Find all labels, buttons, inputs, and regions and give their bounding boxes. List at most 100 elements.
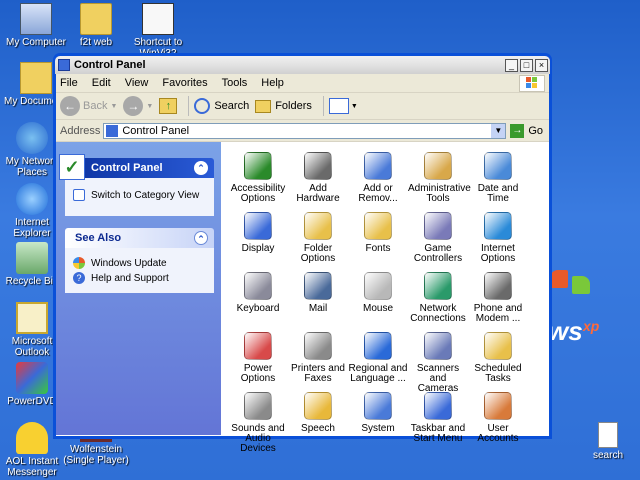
fonts-icon (364, 212, 392, 240)
views-button[interactable]: ▼ (328, 98, 358, 114)
up-folder-button[interactable]: ↑ (159, 98, 178, 114)
add-hardware-icon (304, 152, 332, 180)
menu-tools[interactable]: Tools (222, 77, 248, 89)
windows-update-link[interactable]: Windows Update (73, 257, 206, 269)
control-panel-item-label: Keyboard (236, 303, 280, 314)
see-also-box-body: Windows Update ? Help and Support (65, 248, 214, 293)
control-panel-item-label: System (361, 423, 395, 434)
menu-view[interactable]: View (125, 77, 149, 89)
control-panel-item-label: Taskbar and Start Menu (410, 423, 466, 444)
control-panel-item[interactable]: Keyboard (228, 270, 288, 330)
menu-edit[interactable]: Edit (92, 77, 111, 89)
computer-icon (20, 3, 52, 35)
powerdvd-icon (16, 362, 48, 394)
collapse-icon[interactable]: ⌃ (194, 161, 208, 175)
document-icon (598, 422, 618, 448)
control-panel-item[interactable]: Printers and Faxes (288, 330, 348, 390)
control-panel-item[interactable]: Folder Options (288, 210, 348, 270)
control-panel-item[interactable]: Date and Time (468, 150, 528, 210)
address-dropdown-button[interactable]: ▼ (491, 123, 506, 138)
control-panel-item-label: Printers and Faxes (291, 363, 345, 384)
taskbar-start-icon (424, 392, 452, 420)
control-panel-item-label: Sounds and Audio Devices (231, 423, 285, 454)
control-panel-item[interactable]: Game Controllers (408, 210, 468, 270)
control-panel-item[interactable]: Power Options (228, 330, 288, 390)
control-panel-box-header[interactable]: ✓ Control Panel ⌃ (59, 154, 214, 180)
power-options-icon (244, 332, 272, 360)
go-button[interactable]: → Go (510, 123, 543, 138)
switch-to-category-view-link[interactable]: Switch to Category View (73, 189, 206, 201)
control-panel-box-body: Switch to Category View (65, 178, 214, 216)
control-panel-item-label: Regional and Language ... (348, 363, 408, 384)
control-panel-item-label: Add or Remov... (358, 183, 398, 204)
control-panel-item[interactable]: Network Connections (408, 270, 468, 330)
toolbar-separator (322, 96, 324, 116)
folders-button[interactable]: Folders (255, 99, 312, 113)
administrative-tools-icon (424, 152, 452, 180)
control-panel-item[interactable]: Add Hardware (288, 150, 348, 210)
help-icon: ? (73, 272, 85, 284)
address-field[interactable]: Control Panel ▼ (103, 122, 507, 139)
help-and-support-link[interactable]: ? Help and Support (73, 272, 206, 284)
control-panel-item[interactable]: Add or Remov... (348, 150, 408, 210)
control-panel-item-label: Network Connections (410, 303, 466, 324)
control-panel-item[interactable]: Accessibility Options (228, 150, 288, 210)
control-panel-item[interactable]: Sounds and Audio Devices (228, 390, 288, 454)
desktop-icon-winvi32[interactable]: Shortcut to WinVi32 (122, 3, 194, 59)
mail-icon (304, 272, 332, 300)
control-panel-item-label: Add Hardware (296, 183, 340, 204)
folder-options-icon (304, 212, 332, 240)
title-bar[interactable]: Control Panel _ □ × (55, 56, 550, 74)
network-icon (16, 122, 48, 154)
control-panel-item[interactable]: Administrative Tools (408, 150, 471, 210)
forward-button[interactable]: → ▼ (123, 96, 153, 116)
control-panel-item-label: Speech (301, 423, 335, 434)
desktop-icon-search[interactable]: search (572, 422, 640, 461)
control-panel-item-label: Scheduled Tasks (474, 363, 522, 384)
control-panel-item[interactable]: Speech (288, 390, 348, 450)
control-panel-item[interactable]: Internet Options (468, 210, 528, 270)
control-panel-item[interactable]: Fonts (348, 210, 408, 270)
control-panel-item[interactable]: Mail (288, 270, 348, 330)
regional-language-icon (364, 332, 392, 360)
control-panel-item[interactable]: System (348, 390, 408, 450)
collapse-icon[interactable]: ⌃ (194, 231, 208, 245)
mouse-icon (364, 272, 392, 300)
control-panel-item[interactable]: Regional and Language ... (348, 330, 408, 390)
control-panel-item-label: Accessibility Options (230, 183, 286, 204)
control-panel-item[interactable]: Display (228, 210, 288, 270)
back-arrow-icon: ← (60, 96, 80, 116)
control-panel-item-label: Administrative Tools (408, 183, 471, 204)
control-panel-item-label: Fonts (365, 243, 391, 254)
control-panel-item-label: Power Options (240, 363, 276, 384)
control-panel-box: ✓ Control Panel ⌃ Switch to Category Vie… (59, 154, 214, 216)
shortcut-icon (142, 3, 174, 35)
control-panel-item-label: Display (241, 243, 275, 254)
control-panel-item[interactable]: Taskbar and Start Menu (408, 390, 468, 450)
search-button[interactable]: Search (194, 98, 249, 114)
control-panel-item-label: Internet Options (480, 243, 516, 264)
xp-logo-text: ws (548, 316, 583, 346)
control-panel-item-label: Game Controllers (413, 243, 463, 264)
forward-arrow-icon: → (123, 96, 144, 116)
control-panel-icon (106, 124, 119, 137)
control-panel-item-label: Folder Options (300, 243, 336, 264)
chevron-down-icon: ▼ (350, 102, 358, 110)
control-panel-item[interactable]: Scheduled Tasks (468, 330, 528, 390)
control-panel-item[interactable]: Phone and Modem ... (468, 270, 528, 330)
go-arrow-icon: → (510, 123, 525, 138)
close-button[interactable]: × (535, 58, 548, 72)
minimize-button[interactable]: _ (505, 58, 518, 72)
menu-file[interactable]: File (60, 77, 78, 89)
control-panel-item[interactable]: Mouse (348, 270, 408, 330)
see-also-box-header[interactable]: See Also ⌃ (65, 228, 214, 248)
menu-favorites[interactable]: Favorites (162, 77, 207, 89)
menu-help[interactable]: Help (261, 77, 284, 89)
control-panel-item[interactable]: Scanners and Cameras (408, 330, 468, 394)
control-panel-window[interactable]: Control Panel _ □ × File Edit View Favor… (53, 53, 552, 454)
control-panel-icon (58, 59, 70, 71)
back-button[interactable]: ← Back ▼ (60, 96, 117, 116)
control-panel-item[interactable]: User Accounts (468, 390, 528, 450)
maximize-button[interactable]: □ (520, 58, 533, 72)
keyboard-icon (244, 272, 272, 300)
